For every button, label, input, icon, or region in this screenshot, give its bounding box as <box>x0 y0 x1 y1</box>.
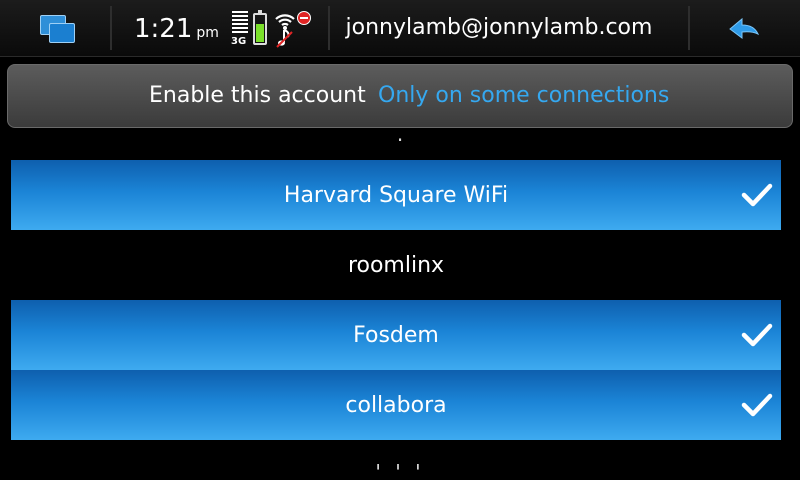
back-arrow-icon[interactable] <box>714 12 774 46</box>
connection-name: roomlinx <box>347 252 445 278</box>
checkmark-icon <box>741 183 773 207</box>
enable-account-button[interactable]: Enable this account Only on some connect… <box>7 64 793 128</box>
network-type: 3G <box>231 36 247 47</box>
checkmark-icon <box>741 393 773 417</box>
signal-icon: 3G <box>230 11 250 47</box>
status-divider <box>110 6 112 50</box>
connection-name: Fosdem <box>353 322 439 348</box>
status-divider <box>688 6 690 50</box>
music-note-icon <box>276 29 293 48</box>
scroll-fade-top: . <box>396 130 404 146</box>
connection-row[interactable]: Fosdem <box>11 300 781 370</box>
connection-row[interactable]: collabora <box>11 370 781 440</box>
account-title: jonnylamb@jonnylamb.com <box>345 15 653 40</box>
battery-icon <box>253 10 267 45</box>
connection-row[interactable]: roomlinx <box>11 230 781 300</box>
connection-name: collabora <box>345 392 447 418</box>
status-divider <box>328 6 330 50</box>
connection-name: Harvard Square WiFi <box>283 182 509 208</box>
status-bar: 1:21 pm 3G jonnylamb@jonnylamb.com <box>0 0 800 57</box>
clock-ampm: pm <box>196 25 219 41</box>
connection-row[interactable]: Harvard Square WiFi <box>11 160 781 230</box>
connections-list[interactable]: . Harvard Square WiFi roomlinx Fosdem co… <box>0 130 800 480</box>
battery-fill <box>256 24 264 42</box>
task-switcher-icon[interactable] <box>30 10 86 46</box>
clock[interactable]: 1:21 pm <box>134 14 219 44</box>
alert-icon <box>297 11 311 25</box>
clock-time: 1:21 <box>134 14 193 44</box>
scroll-fade-bottom: ' ' ' <box>375 460 425 480</box>
checkmark-icon <box>741 323 773 347</box>
enable-account-value: Only on some connections <box>378 83 670 108</box>
enable-account-label: Enable this account <box>149 83 366 108</box>
